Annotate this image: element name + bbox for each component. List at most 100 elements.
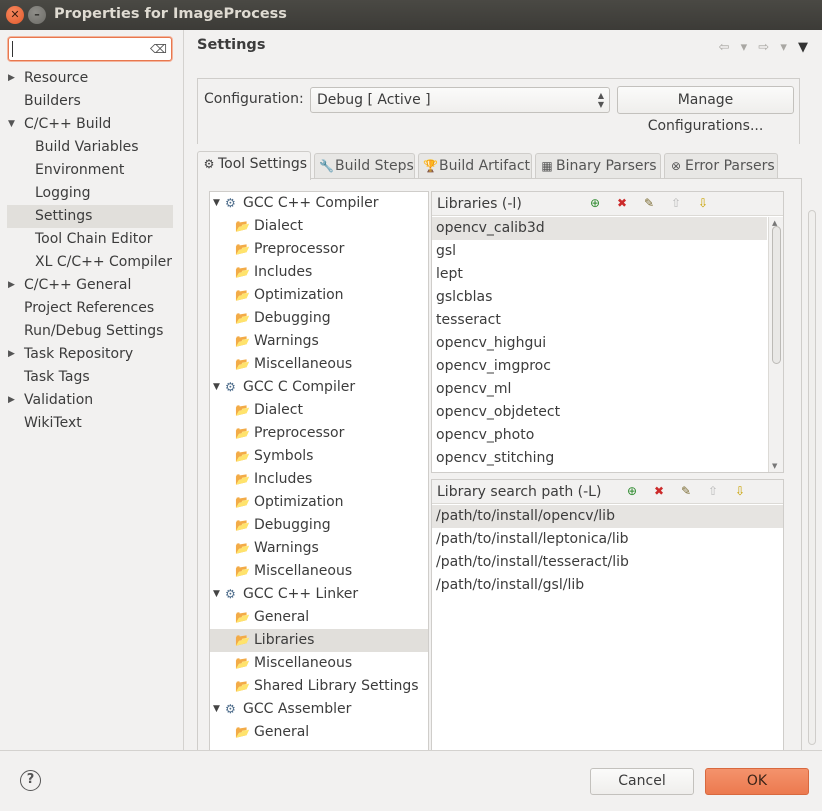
- sidebar-item-settings[interactable]: Settings: [7, 205, 173, 228]
- forward-history-dropdown-icon[interactable]: ▾: [780, 40, 787, 55]
- tool-tree-item-debugging[interactable]: 📂 Debugging: [210, 514, 428, 537]
- tool-tree-item-libraries[interactable]: 📂 Libraries: [210, 629, 428, 652]
- library-item[interactable]: opencv_objdetect: [432, 401, 767, 424]
- filter-input[interactable]: ⌫: [8, 37, 172, 61]
- library-item[interactable]: gslcblas: [432, 286, 767, 309]
- search-path-item[interactable]: /path/to/install/opencv/lib: [432, 505, 783, 528]
- tab-error-parsers[interactable]: ⊗ Error Parsers: [664, 153, 778, 179]
- forward-arrow-icon[interactable]: ⇨: [758, 40, 769, 55]
- sidebar-item-resource[interactable]: ▶ Resource: [0, 67, 183, 90]
- add-icon[interactable]: ⊕: [588, 196, 602, 210]
- library-item[interactable]: opencv_calib3d: [432, 217, 767, 240]
- tool-tree-item-includes[interactable]: 📂 Includes: [210, 468, 428, 491]
- tab-build-artifact[interactable]: 🏆Build Artifact: [418, 153, 532, 179]
- sidebar-item-task-repository[interactable]: ▶ Task Repository: [0, 343, 183, 366]
- tool-tree-item-debugging[interactable]: 📂 Debugging: [210, 307, 428, 330]
- tool-tree-item-optimization[interactable]: 📂 Optimization: [210, 491, 428, 514]
- move-up-icon[interactable]: ⇧: [706, 484, 720, 498]
- library-item[interactable]: opencv_ml: [432, 378, 767, 401]
- close-window-button[interactable]: ✕: [6, 6, 24, 24]
- tool-tree-item-general[interactable]: 📂 General: [210, 606, 428, 629]
- delete-icon[interactable]: ✖: [615, 196, 629, 210]
- clear-filter-icon[interactable]: ⌫: [150, 42, 167, 56]
- move-down-icon[interactable]: ⇩: [696, 196, 710, 210]
- ok-button[interactable]: OK: [705, 768, 809, 795]
- library-item[interactable]: opencv_stitching: [432, 447, 767, 470]
- expanded-arrow-icon[interactable]: ▼: [8, 113, 15, 136]
- minimize-window-button[interactable]: –: [28, 6, 46, 24]
- sidebar-item-logging[interactable]: Logging: [0, 182, 183, 205]
- manage-configurations-button[interactable]: Manage Configurations...: [617, 86, 794, 134]
- move-up-icon[interactable]: ⇧: [669, 196, 683, 210]
- collapsed-arrow-icon[interactable]: ▶: [8, 67, 15, 90]
- tool-tree-item-includes[interactable]: 📂 Includes: [210, 261, 428, 284]
- configuration-select[interactable]: Debug [ Active ] ▲ ▼: [310, 87, 610, 113]
- collapsed-arrow-icon[interactable]: ▶: [8, 389, 15, 412]
- search-path-item[interactable]: /path/to/install/gsl/lib: [432, 574, 783, 597]
- scroll-down-icon[interactable]: ▼: [772, 462, 777, 470]
- libraries-scrollbar[interactable]: ▲ ▼: [768, 217, 783, 472]
- tool-tree-node-gcc-c-compiler[interactable]: ▼ ⚙ GCC C Compiler: [210, 376, 428, 399]
- sidebar-item-build-variables[interactable]: Build Variables: [0, 136, 183, 159]
- search-path-item[interactable]: /path/to/install/leptonica/lib: [432, 528, 783, 551]
- tool-tree-item-dialect[interactable]: 📂 Dialect: [210, 399, 428, 422]
- sidebar-item-task-tags[interactable]: Task Tags: [0, 366, 183, 389]
- back-arrow-icon[interactable]: ⇦: [719, 40, 730, 55]
- sidebar-item-validation[interactable]: ▶ Validation: [0, 389, 183, 412]
- tab-build-steps[interactable]: 🔧Build Steps: [314, 153, 415, 179]
- delete-icon[interactable]: ✖: [652, 484, 666, 498]
- collapsed-arrow-icon[interactable]: ▶: [8, 274, 15, 297]
- options-folder-icon: 📂: [235, 242, 250, 256]
- expanded-arrow-icon[interactable]: ▼: [213, 376, 220, 399]
- sidebar-item-c-c-build[interactable]: ▼ C/C++ Build: [0, 113, 183, 136]
- tool-tree-item-preprocessor[interactable]: 📂 Preprocessor: [210, 422, 428, 445]
- back-history-dropdown-icon[interactable]: ▾: [741, 40, 748, 55]
- tool-tree-item-warnings[interactable]: 📂 Warnings: [210, 330, 428, 353]
- tool-tree-item-preprocessor[interactable]: 📂 Preprocessor: [210, 238, 428, 261]
- help-icon[interactable]: ?: [20, 770, 41, 791]
- tool-tree-label: Debugging: [254, 310, 331, 326]
- library-item[interactable]: gsl: [432, 240, 767, 263]
- move-down-icon[interactable]: ⇩: [733, 484, 747, 498]
- tool-tree-item-optimization[interactable]: 📂 Optimization: [210, 284, 428, 307]
- tool-tree-node-gcc-c-compiler[interactable]: ▼ ⚙ GCC C++ Compiler: [210, 192, 428, 215]
- tab-binary-parsers[interactable]: ▦ Binary Parsers: [535, 153, 661, 179]
- collapsed-arrow-icon[interactable]: ▶: [8, 343, 15, 366]
- tool-tree-item-miscellaneous[interactable]: 📂 Miscellaneous: [210, 560, 428, 583]
- add-icon[interactable]: ⊕: [625, 484, 639, 498]
- tool-tree-item-general[interactable]: 📂 General: [210, 721, 428, 744]
- sidebar-item-tool-chain-editor[interactable]: Tool Chain Editor: [0, 228, 183, 251]
- library-item[interactable]: opencv_imgproc: [432, 355, 767, 378]
- tab-tool-settings[interactable]: ⚙ Tool Settings: [197, 151, 311, 180]
- page-scrollbar[interactable]: [806, 210, 818, 745]
- tool-tree-node-gcc-assembler[interactable]: ▼ ⚙ GCC Assembler: [210, 698, 428, 721]
- tool-tree-item-symbols[interactable]: 📂 Symbols: [210, 445, 428, 468]
- library-item[interactable]: lept: [432, 263, 767, 286]
- sidebar-item-environment[interactable]: Environment: [0, 159, 183, 182]
- tool-tree-item-dialect[interactable]: 📂 Dialect: [210, 215, 428, 238]
- tool-tree-node-gcc-c-linker[interactable]: ▼ ⚙ GCC C++ Linker: [210, 583, 428, 606]
- cancel-button[interactable]: Cancel: [590, 768, 694, 795]
- tool-tree-item-miscellaneous[interactable]: 📂 Miscellaneous: [210, 652, 428, 675]
- tool-tree-item-shared-library-settings[interactable]: 📂 Shared Library Settings: [210, 675, 428, 698]
- search-path-item[interactable]: /path/to/install/tesseract/lib: [432, 551, 783, 574]
- tool-tree-item-warnings[interactable]: 📂 Warnings: [210, 537, 428, 560]
- sidebar-item-run-debug-settings[interactable]: Run/Debug Settings: [0, 320, 183, 343]
- library-item[interactable]: opencv_photo: [432, 424, 767, 447]
- sidebar-item-builders[interactable]: Builders: [0, 90, 183, 113]
- view-menu-icon[interactable]: ▼: [798, 40, 808, 55]
- edit-icon[interactable]: ✎: [642, 196, 656, 210]
- tool-tree-item-miscellaneous[interactable]: 📂 Miscellaneous: [210, 353, 428, 376]
- expanded-arrow-icon[interactable]: ▼: [213, 698, 220, 721]
- library-item[interactable]: opencv_highgui: [432, 332, 767, 355]
- edit-icon[interactable]: ✎: [679, 484, 693, 498]
- scrollbar-thumb[interactable]: [772, 226, 781, 364]
- scrollbar-thumb[interactable]: [808, 210, 816, 745]
- sidebar-item-c-c-general[interactable]: ▶ C/C++ General: [0, 274, 183, 297]
- library-item[interactable]: tesseract: [432, 309, 767, 332]
- sidebar-item-project-references[interactable]: Project References: [0, 297, 183, 320]
- expanded-arrow-icon[interactable]: ▼: [213, 583, 220, 606]
- sidebar-item-wikitext[interactable]: WikiText: [0, 412, 183, 435]
- sidebar-item-xl-c-c-compiler[interactable]: XL C/C++ Compiler: [0, 251, 183, 274]
- expanded-arrow-icon[interactable]: ▼: [213, 192, 220, 215]
